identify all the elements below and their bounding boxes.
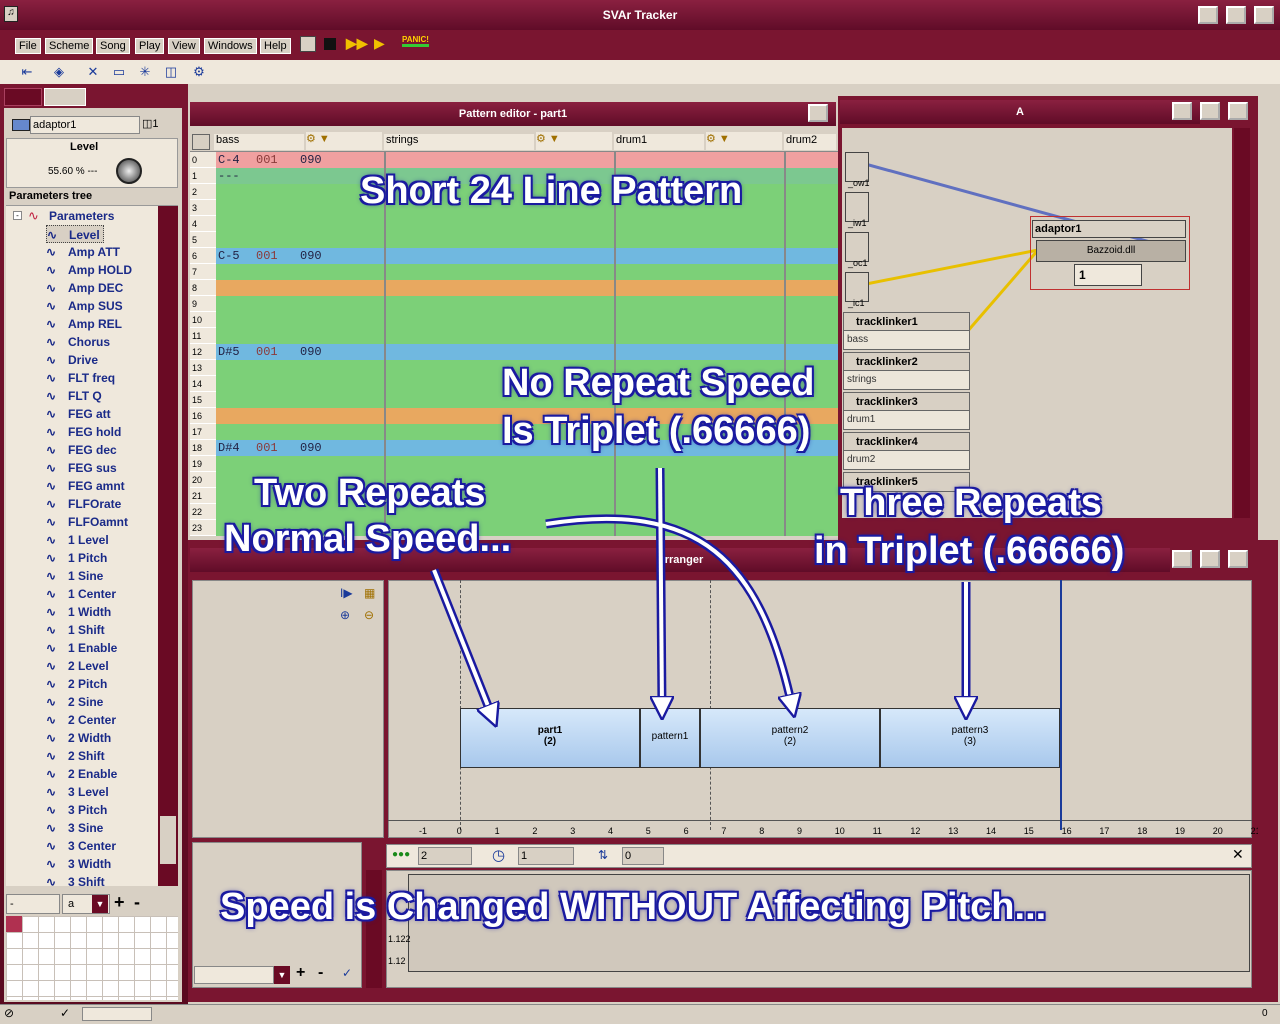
callout-three-repeats-line1: Three Repeats [840,482,1102,524]
callout-no-repeat-line1: No Repeat Speed [502,362,815,404]
arrow-to-pattern2 [545,514,797,707]
arrow-to-pattern2-inner [545,516,792,706]
callout-speed-pitch: Speed is Changed WITHOUT Affecting Pitch… [220,886,1047,928]
callout-two-repeats-line1: Two Repeats [254,472,486,514]
arrow-no-repeat-inner [660,467,662,708]
callout-no-repeat-line2: Is Triplet (.66666) [502,410,811,452]
callout-short-pattern: Short 24 Line Pattern [360,170,743,212]
callout-two-repeats-line2: Normal Speed... [224,518,512,560]
arrow-two-repeats-inner [432,569,492,716]
callout-three-repeats-line2: in Triplet (.66666) [814,530,1125,572]
